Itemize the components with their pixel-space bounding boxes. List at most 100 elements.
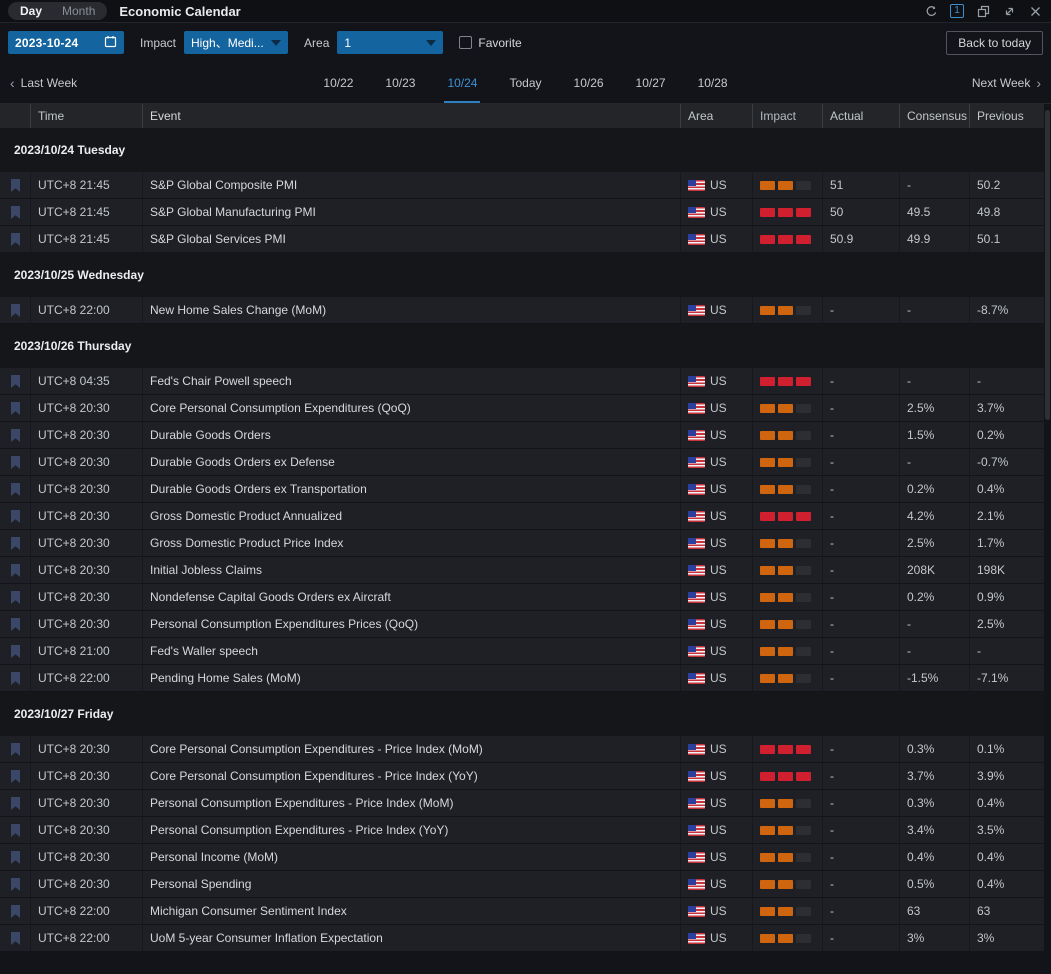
- scrollbar-track[interactable]: [1044, 104, 1051, 950]
- bookmark-icon[interactable]: [10, 483, 21, 496]
- us-flag-icon: [688, 484, 705, 495]
- bookmark-icon[interactable]: [10, 851, 21, 864]
- close-icon[interactable]: [1027, 3, 1043, 19]
- impact-indicator: [752, 925, 822, 951]
- area-dropdown-value: 1: [344, 36, 351, 50]
- bookmark-icon[interactable]: [10, 824, 21, 837]
- table-row[interactable]: UTC+8 20:30Core Personal Consumption Exp…: [0, 395, 1044, 422]
- week-day-10-27[interactable]: 10/27: [633, 62, 669, 103]
- area-dropdown[interactable]: 1: [337, 31, 443, 54]
- favorite-filter[interactable]: Favorite: [459, 36, 521, 50]
- area-code: US: [710, 303, 727, 317]
- consensus-value: 2.5%: [899, 530, 969, 556]
- window-count-badge[interactable]: 1: [949, 3, 965, 19]
- refresh-icon[interactable]: [923, 3, 939, 19]
- week-day-10-23[interactable]: 10/23: [382, 62, 418, 103]
- impact-segment: [796, 674, 811, 683]
- scrollbar-thumb[interactable]: [1045, 110, 1050, 420]
- bookmark-icon[interactable]: [10, 304, 21, 317]
- bookmark-icon[interactable]: [10, 233, 21, 246]
- bookmark-icon[interactable]: [10, 645, 21, 658]
- us-flag-icon: [688, 771, 705, 782]
- impact-segment: [778, 458, 793, 467]
- last-week-button[interactable]: ‹ Last Week: [10, 75, 77, 91]
- table-row[interactable]: UTC+8 20:30Durable Goods Orders ex Defen…: [0, 449, 1044, 476]
- table-row[interactable]: UTC+8 21:45S&P Global Manufacturing PMIU…: [0, 199, 1044, 226]
- bookmark-icon[interactable]: [10, 797, 21, 810]
- header-previous: Previous: [969, 104, 1044, 128]
- table-row[interactable]: UTC+8 20:30Personal SpendingUS-0.5%0.4%: [0, 871, 1044, 898]
- event-time: UTC+8 04:35: [30, 368, 142, 394]
- bookmark-icon[interactable]: [10, 179, 21, 192]
- week-day-10-22[interactable]: 10/22: [320, 62, 356, 103]
- table-row[interactable]: UTC+8 20:30Initial Jobless ClaimsUS-208K…: [0, 557, 1044, 584]
- tab-month[interactable]: Month: [52, 2, 105, 20]
- impact-indicator: [752, 790, 822, 816]
- table-row[interactable]: UTC+8 20:30Personal Consumption Expendit…: [0, 817, 1044, 844]
- week-day-10-28[interactable]: 10/28: [695, 62, 731, 103]
- header-area: Area: [680, 104, 752, 128]
- bookmark-icon[interactable]: [10, 537, 21, 550]
- table-row[interactable]: UTC+8 21:45S&P Global Composite PMIUS51-…: [0, 172, 1044, 199]
- chevron-left-icon: ‹: [10, 75, 15, 91]
- table-row[interactable]: UTC+8 20:30Personal Consumption Expendit…: [0, 611, 1044, 638]
- table-row[interactable]: UTC+8 22:00UoM 5-year Consumer Inflation…: [0, 925, 1044, 952]
- titlebar: Day Month Economic Calendar 1: [0, 0, 1051, 23]
- chevron-down-icon: [271, 40, 281, 46]
- impact-dropdown[interactable]: High、Medi...: [184, 31, 288, 54]
- bookmark-icon[interactable]: [10, 510, 21, 523]
- calendar-table: Time Event Area Impact Actual Consensus …: [0, 104, 1051, 952]
- bookmark-icon[interactable]: [10, 905, 21, 918]
- bookmark-icon[interactable]: [10, 672, 21, 685]
- table-row[interactable]: UTC+8 22:00New Home Sales Change (MoM)US…: [0, 297, 1044, 324]
- back-to-today-button[interactable]: Back to today: [946, 31, 1043, 55]
- table-row[interactable]: UTC+8 20:30Durable Goods OrdersUS-1.5%0.…: [0, 422, 1044, 449]
- bookmark-icon[interactable]: [10, 375, 21, 388]
- next-week-button[interactable]: Next Week ›: [972, 75, 1041, 91]
- bookmark-icon[interactable]: [10, 564, 21, 577]
- expand-icon[interactable]: [1001, 3, 1017, 19]
- consensus-value: -: [899, 638, 969, 664]
- table-row[interactable]: UTC+8 20:30Gross Domestic Product Price …: [0, 530, 1044, 557]
- impact-segment: [796, 539, 811, 548]
- consensus-value: 3.7%: [899, 763, 969, 789]
- event-name: Personal Spending: [142, 871, 680, 897]
- bookmark-icon[interactable]: [10, 206, 21, 219]
- bookmark-icon[interactable]: [10, 770, 21, 783]
- table-row[interactable]: UTC+8 20:30Gross Domestic Product Annual…: [0, 503, 1044, 530]
- impact-indicator: [752, 449, 822, 475]
- table-row[interactable]: UTC+8 20:30Personal Income (MoM)US-0.4%0…: [0, 844, 1044, 871]
- bookmark-icon[interactable]: [10, 878, 21, 891]
- bookmark-icon[interactable]: [10, 932, 21, 945]
- bookmark-icon[interactable]: [10, 456, 21, 469]
- actual-value: -: [822, 763, 899, 789]
- table-row[interactable]: UTC+8 20:30Core Personal Consumption Exp…: [0, 763, 1044, 790]
- bookmark-icon[interactable]: [10, 591, 21, 604]
- tab-day[interactable]: Day: [10, 2, 52, 20]
- bookmark-icon[interactable]: [10, 618, 21, 631]
- table-row[interactable]: UTC+8 20:30Nondefense Capital Goods Orde…: [0, 584, 1044, 611]
- table-row[interactable]: UTC+8 21:00Fed's Waller speechUS---: [0, 638, 1044, 665]
- week-day-10-26[interactable]: 10/26: [571, 62, 607, 103]
- impact-segment: [778, 745, 793, 754]
- actual-value: 50: [822, 199, 899, 225]
- date-picker[interactable]: 2023-10-24: [8, 31, 124, 54]
- bookmark-icon[interactable]: [10, 429, 21, 442]
- table-row[interactable]: UTC+8 22:00Michigan Consumer Sentiment I…: [0, 898, 1044, 925]
- area-cell: US: [680, 736, 752, 762]
- table-row[interactable]: UTC+8 22:00Pending Home Sales (MoM)US--1…: [0, 665, 1044, 692]
- bookmark-icon[interactable]: [10, 402, 21, 415]
- bookmark-icon[interactable]: [10, 743, 21, 756]
- impact-segment: [760, 826, 775, 835]
- restore-icon[interactable]: [975, 3, 991, 19]
- favorite-checkbox[interactable]: [459, 36, 472, 49]
- impact-segment: [760, 647, 775, 656]
- table-row[interactable]: UTC+8 20:30Durable Goods Orders ex Trans…: [0, 476, 1044, 503]
- table-row[interactable]: UTC+8 21:45S&P Global Services PMIUS50.9…: [0, 226, 1044, 253]
- bookmark-cell: [0, 557, 30, 583]
- table-row[interactable]: UTC+8 20:30Core Personal Consumption Exp…: [0, 736, 1044, 763]
- week-day-10-24[interactable]: 10/24: [444, 62, 480, 103]
- week-day-today[interactable]: Today: [506, 62, 544, 103]
- table-row[interactable]: UTC+8 04:35Fed's Chair Powell speechUS--…: [0, 368, 1044, 395]
- table-row[interactable]: UTC+8 20:30Personal Consumption Expendit…: [0, 790, 1044, 817]
